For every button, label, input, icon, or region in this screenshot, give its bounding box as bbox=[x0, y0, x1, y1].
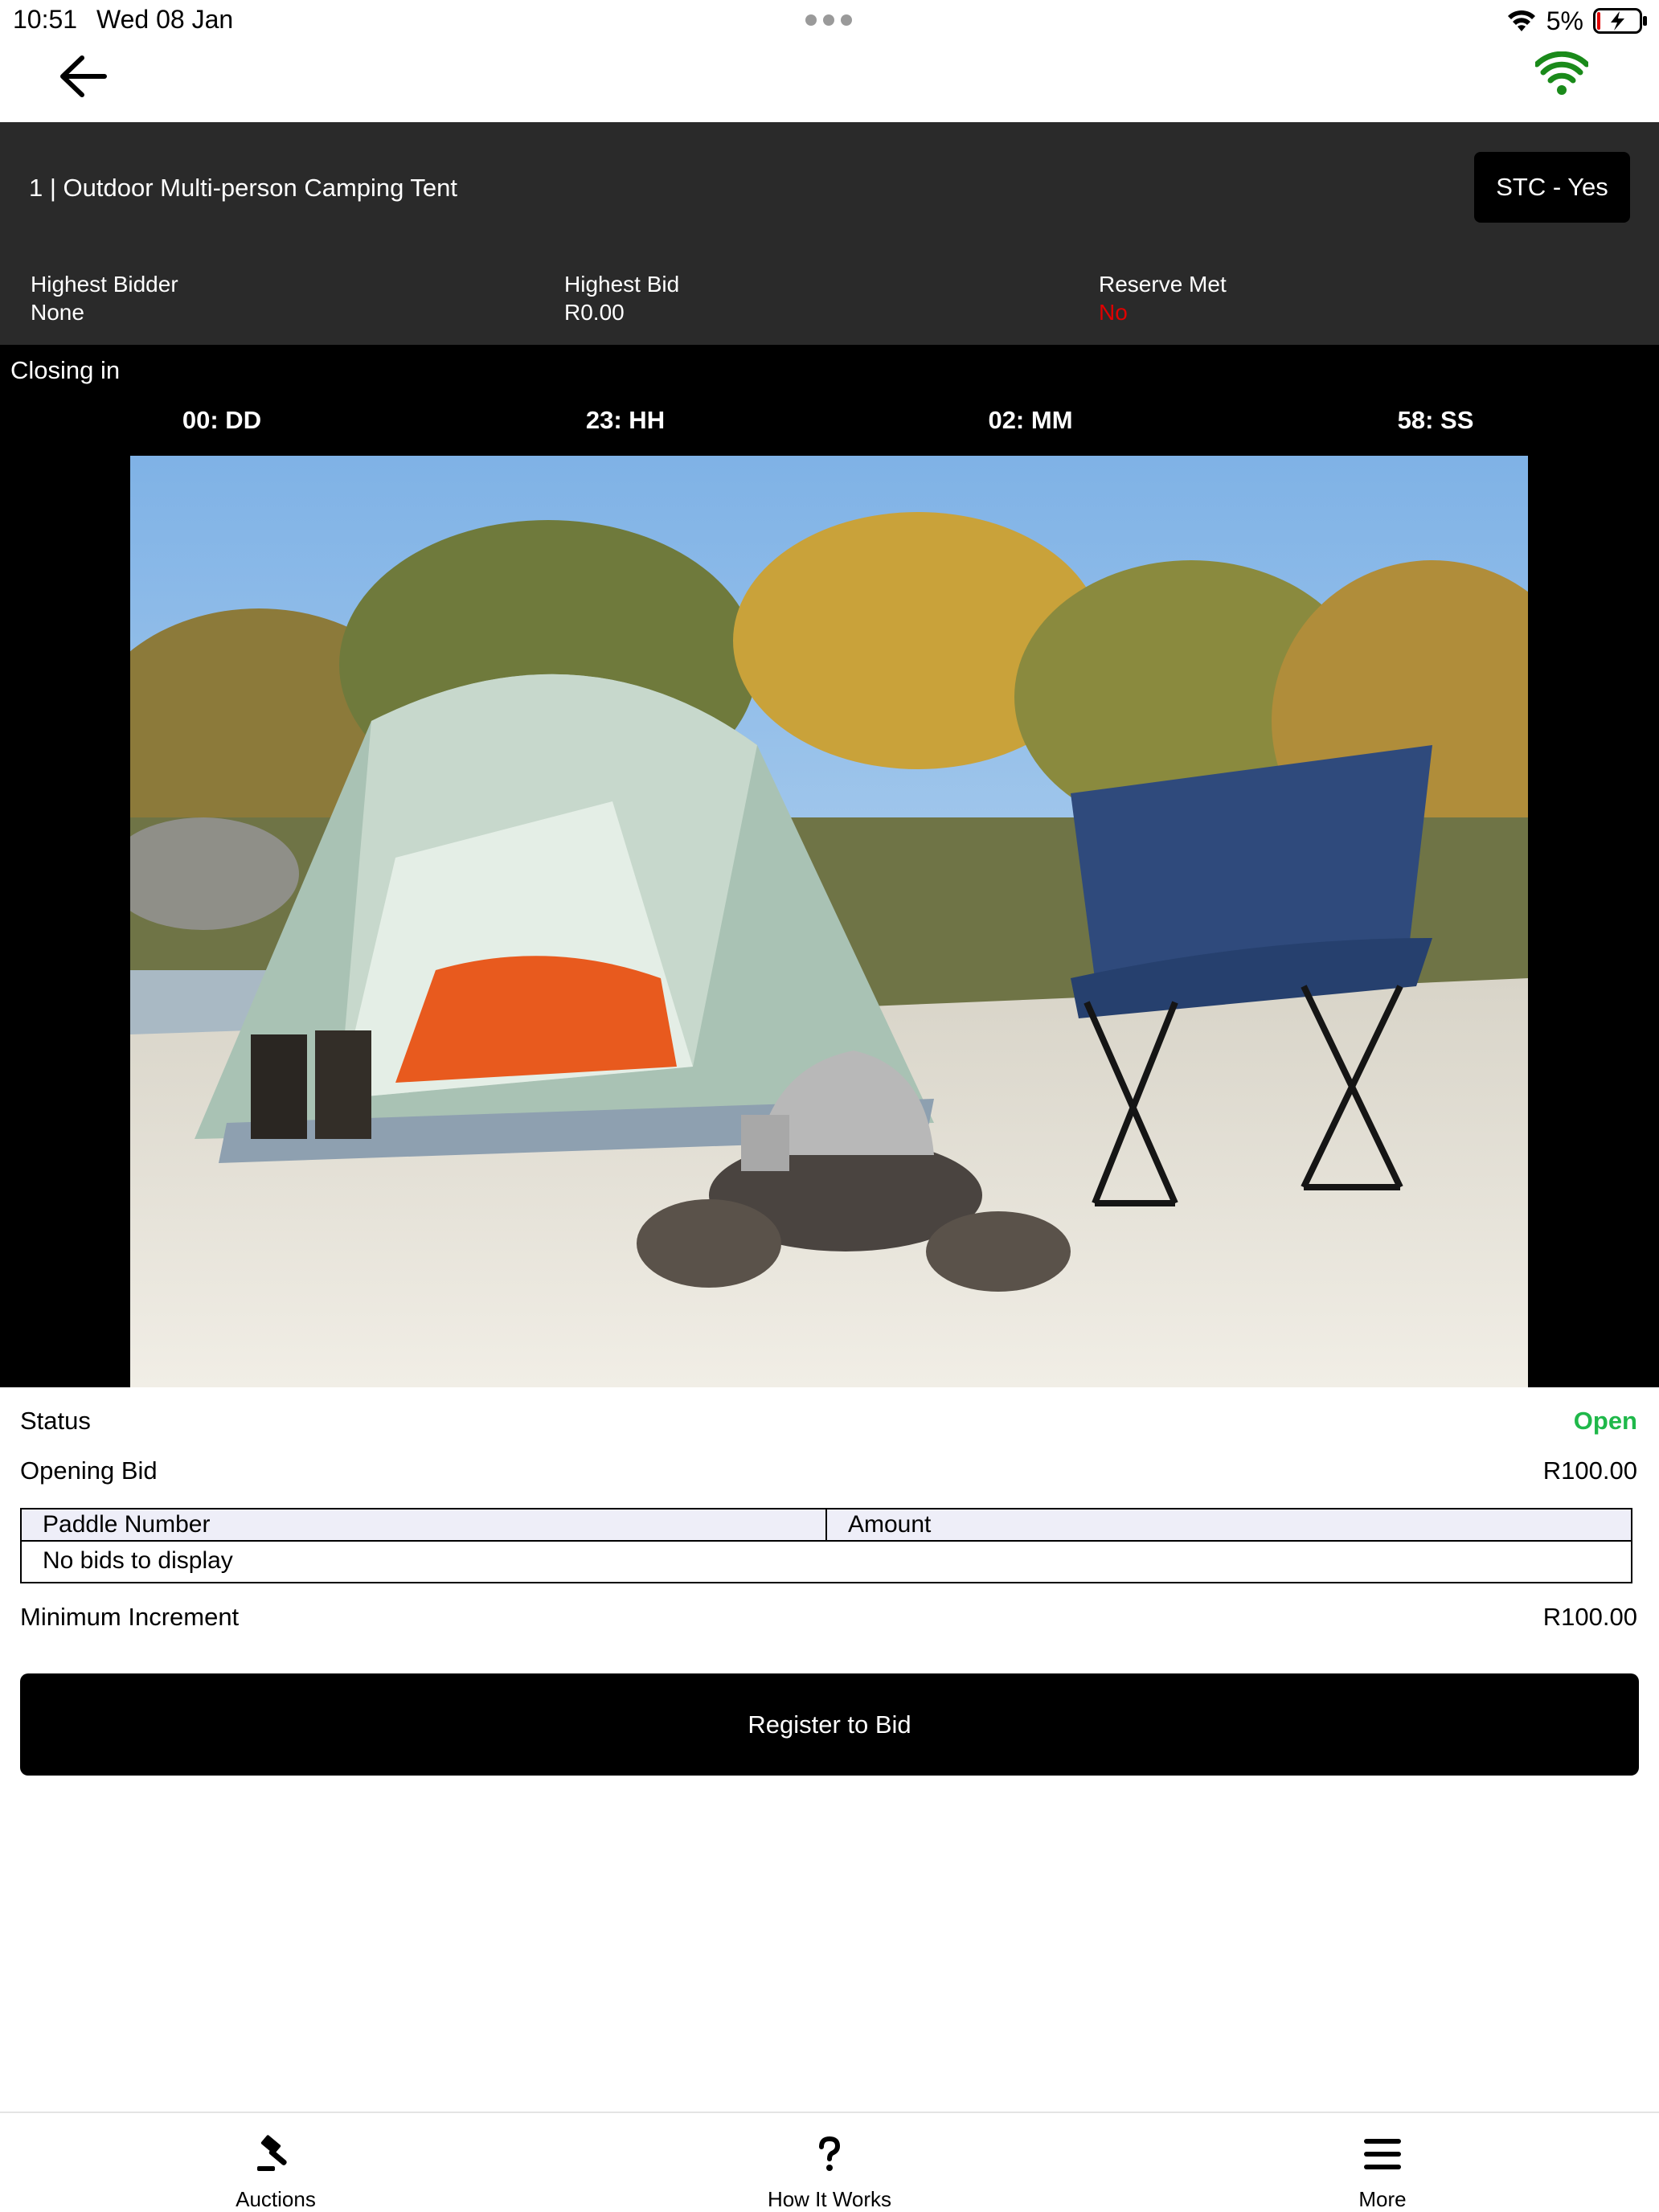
min-increment-label: Minimum Increment bbox=[20, 1603, 240, 1631]
tab-auctions-label: Auctions bbox=[236, 2187, 316, 2211]
closing-in-label: Closing in bbox=[10, 356, 121, 384]
reserve-met: Reserve Met No bbox=[1099, 270, 1227, 326]
highest-bidder-value: None bbox=[31, 300, 84, 325]
column-amount: Amount bbox=[848, 1511, 932, 1538]
highest-bidder: Highest Bidder None bbox=[31, 270, 178, 326]
min-increment-row: Minimum Increment R100.00 bbox=[20, 1603, 1637, 1632]
nav-bar bbox=[0, 42, 1659, 122]
battery-charging-icon bbox=[1593, 8, 1647, 34]
countdown-days: 00: DD bbox=[182, 406, 262, 434]
gavel-icon bbox=[257, 2135, 287, 2171]
bids-table-header: Paddle Number Amount bbox=[22, 1509, 1631, 1542]
lot-photo[interactable] bbox=[130, 456, 1528, 1387]
column-paddle-number: Paddle Number bbox=[22, 1509, 827, 1540]
opening-bid-row: Opening Bid R100.00 bbox=[20, 1456, 1637, 1485]
status-time: 10:51 bbox=[13, 5, 78, 34]
question-icon bbox=[819, 2136, 841, 2171]
countdown-hours: 23: HH bbox=[585, 406, 666, 434]
highest-bid-label: Highest Bid bbox=[564, 272, 680, 297]
tab-how-it-works[interactable]: How It Works bbox=[709, 2113, 950, 2212]
register-to-bid-button[interactable]: Register to Bid bbox=[20, 1673, 1639, 1776]
wifi-icon bbox=[1507, 10, 1535, 31]
no-bids-message: No bids to display bbox=[43, 1547, 233, 1574]
wifi-signal-icon bbox=[1535, 51, 1588, 95]
status-label: Status bbox=[20, 1407, 91, 1435]
status-date: Wed 08 Jan bbox=[96, 5, 234, 34]
highest-bid: Highest Bid R0.00 bbox=[564, 270, 679, 326]
opening-bid-value: R100.00 bbox=[1542, 1456, 1637, 1485]
reserve-met-label: Reserve Met bbox=[1099, 272, 1227, 297]
camping-scene-image bbox=[130, 456, 1528, 1387]
reserve-met-value: No bbox=[1099, 300, 1128, 325]
lot-title: 1 | Outdoor Multi-person Camping Tent bbox=[29, 174, 458, 202]
lot-header: 1 | Outdoor Multi-person Camping Tent ST… bbox=[0, 122, 1659, 345]
menu-icon bbox=[1364, 2139, 1401, 2169]
arrow-left-icon[interactable] bbox=[55, 48, 111, 104]
countdown-minutes: 02: MM bbox=[988, 406, 1073, 434]
status-row: Status Open bbox=[20, 1407, 1637, 1436]
highest-bid-value: R0.00 bbox=[564, 300, 625, 325]
opening-bid-label: Opening Bid bbox=[20, 1456, 158, 1485]
status-bar: 10:51 Wed 08 Jan 5% bbox=[0, 0, 1659, 42]
tab-bar: Auctions How It Works More bbox=[0, 2112, 1659, 2212]
status-value: Open bbox=[1573, 1407, 1637, 1435]
tab-how-it-works-label: How It Works bbox=[767, 2187, 892, 2211]
tab-more[interactable]: More bbox=[1262, 2113, 1503, 2212]
bids-table: Paddle Number Amount No bids to display bbox=[20, 1508, 1632, 1583]
battery-percent: 5% bbox=[1546, 6, 1583, 35]
highest-bidder-label: Highest Bidder bbox=[31, 272, 178, 297]
stc-button[interactable]: STC - Yes bbox=[1474, 152, 1630, 223]
tab-more-label: More bbox=[1358, 2187, 1407, 2211]
countdown-seconds: 58: SS bbox=[1397, 406, 1474, 434]
tab-auctions[interactable]: Auctions bbox=[155, 2113, 396, 2212]
min-increment-value: R100.00 bbox=[1542, 1603, 1637, 1631]
multitasking-dots-icon[interactable] bbox=[805, 14, 854, 26]
